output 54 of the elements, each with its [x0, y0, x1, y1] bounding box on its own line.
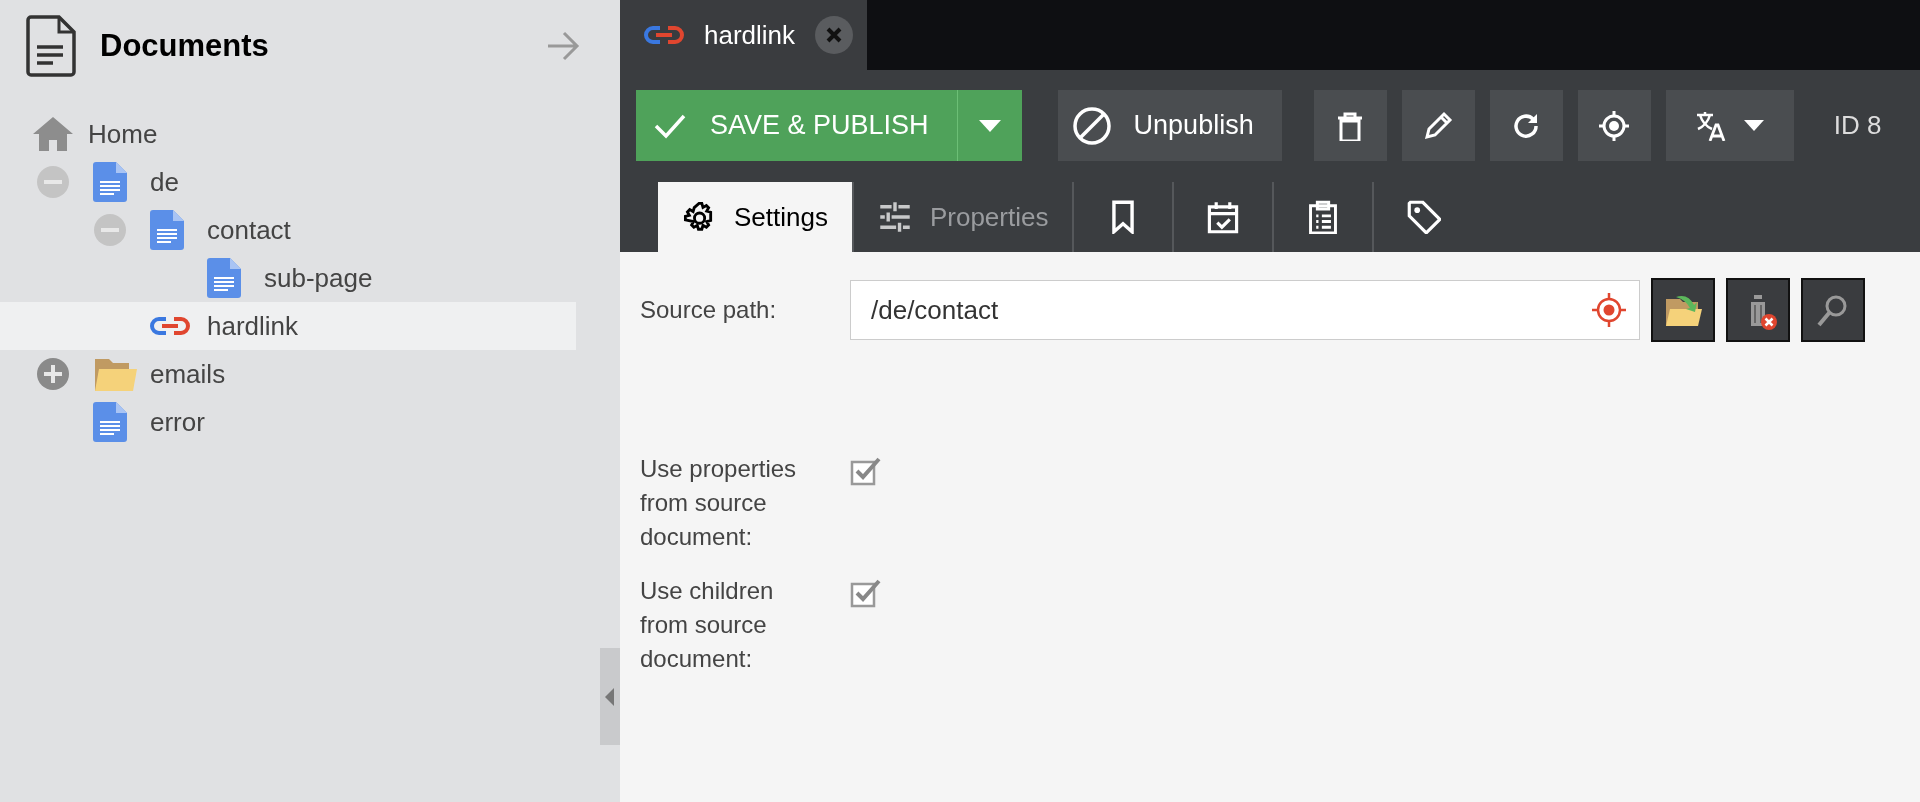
link-icon [150, 316, 190, 336]
caret-icon [1743, 120, 1764, 131]
folder-icon [93, 357, 137, 391]
target-icon [1599, 110, 1630, 141]
translate-button[interactable] [1665, 90, 1794, 161]
caret-icon [978, 119, 1001, 132]
tree-item[interactable]: emails [0, 350, 576, 398]
search-button[interactable] [1801, 278, 1865, 342]
pencil-button[interactable] [1401, 90, 1475, 161]
dropdown-button[interactable] [956, 90, 1022, 161]
document-icon [26, 15, 76, 77]
target-icon [1592, 293, 1626, 327]
trash-button[interactable] [1313, 90, 1387, 161]
tree-item[interactable]: contact [0, 206, 576, 254]
collapse-handle[interactable] [600, 648, 620, 745]
calendar-icon [1206, 200, 1241, 234]
pencil-icon [1423, 110, 1454, 141]
source-path-field[interactable]: /de/contact [850, 280, 1640, 340]
link-icon [644, 25, 684, 45]
tree-item[interactable]: hardlink [0, 302, 576, 350]
tab[interactable]: Settings [658, 182, 854, 252]
home-icon [33, 117, 73, 151]
tab[interactable]: Properties [853, 182, 1075, 252]
clear-button[interactable] [1726, 278, 1790, 342]
sidebar-title: Documents [100, 28, 270, 64]
document-id: ID 8 [1833, 110, 1882, 141]
check-icon [654, 112, 686, 139]
document-icon [150, 210, 184, 250]
triangle-icon [605, 687, 615, 706]
prohibited-icon [1071, 105, 1112, 146]
expand-icon[interactable] [36, 357, 70, 391]
tab-label: hardlink [704, 19, 796, 51]
field-label: Use properties from source document: [640, 454, 798, 552]
tree-item[interactable]: error [0, 398, 576, 446]
close-icon[interactable] [815, 16, 854, 54]
tree-item[interactable]: sub-page [0, 254, 576, 302]
translate-icon [1695, 110, 1726, 141]
checkbox[interactable] [850, 456, 882, 486]
open-folder-button[interactable] [1651, 278, 1715, 342]
reload-button[interactable] [1489, 90, 1563, 161]
tag-icon [1407, 200, 1442, 234]
field-label: Source path: [640, 295, 778, 325]
editor-tab[interactable]: hardlink [620, 0, 868, 70]
document-icon [207, 258, 241, 298]
target-button[interactable] [1577, 90, 1651, 161]
tree-item[interactable]: de [0, 158, 576, 206]
document-icon [93, 402, 127, 442]
unpublish-button[interactable]: Unpublish [1057, 90, 1282, 161]
arrow-right-icon [546, 31, 580, 61]
document-icon [93, 162, 127, 202]
checkbox[interactable] [850, 578, 882, 608]
sliders-icon [877, 200, 912, 234]
field-label: Use children from source document: [640, 576, 775, 674]
tree-item[interactable]: Home [0, 110, 576, 158]
